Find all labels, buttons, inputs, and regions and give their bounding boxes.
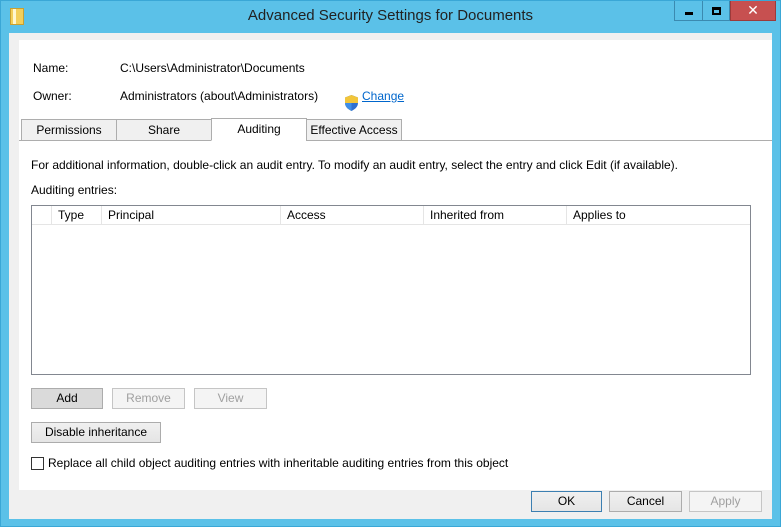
- disable-inheritance-label: Disable inheritance: [44, 425, 148, 439]
- ok-button[interactable]: OK: [531, 491, 602, 512]
- auditing-instructions: For additional information, double-click…: [31, 158, 678, 172]
- owner-label: Owner:: [33, 89, 72, 103]
- remove-button-label: Remove: [126, 391, 171, 405]
- apply-button-label: Apply: [710, 494, 741, 508]
- column-header-principal[interactable]: Principal: [102, 206, 281, 225]
- tab-strip: Permissions Share Auditing Effective Acc…: [19, 118, 772, 141]
- maximize-button[interactable]: [702, 1, 730, 21]
- ok-button-label: OK: [557, 494, 576, 508]
- view-button[interactable]: View: [194, 388, 267, 409]
- minimize-button[interactable]: [674, 1, 702, 21]
- name-label: Name:: [33, 61, 69, 75]
- auditing-entries-list[interactable]: Type Principal Access Inherited from App…: [31, 205, 751, 375]
- tab-share-label: Share: [147, 123, 181, 137]
- close-button[interactable]: ✕: [730, 1, 776, 21]
- tab-permissions-label: Permissions: [36, 123, 102, 137]
- minimize-icon: [684, 12, 693, 15]
- tab-share[interactable]: Share: [116, 119, 212, 141]
- replace-child-entries-label[interactable]: Replace all child object auditing entrie…: [48, 456, 508, 470]
- cancel-button-label: Cancel: [626, 494, 665, 508]
- add-button-label: Add: [56, 391, 78, 405]
- auditing-tab-panel: For additional information, double-click…: [19, 140, 772, 490]
- tab-permissions[interactable]: Permissions: [21, 119, 117, 141]
- cancel-button[interactable]: Cancel: [609, 491, 682, 512]
- tab-auditing-label: Auditing: [237, 122, 281, 136]
- add-button[interactable]: Add: [31, 388, 103, 409]
- title-bar[interactable]: Advanced Security Settings for Documents…: [1, 1, 780, 33]
- apply-button[interactable]: Apply: [689, 491, 762, 512]
- disable-inheritance-button[interactable]: Disable inheritance: [31, 422, 161, 443]
- auditing-list-header: Type Principal Access Inherited from App…: [32, 206, 750, 225]
- uac-shield-icon: [345, 95, 358, 111]
- column-header-access[interactable]: Access: [281, 206, 424, 225]
- tab-effective-access-label: Effective Access: [310, 123, 398, 137]
- tab-auditing[interactable]: Auditing: [211, 118, 307, 141]
- remove-button[interactable]: Remove: [112, 388, 185, 409]
- name-value: C:\Users\Administrator\Documents: [120, 61, 305, 75]
- owner-value: Administrators (about\Administrators): [120, 89, 319, 103]
- auditing-entries-label: Auditing entries:: [31, 183, 118, 197]
- tab-effective-access[interactable]: Effective Access: [306, 119, 402, 141]
- replace-child-entries-checkbox[interactable]: [31, 457, 44, 470]
- column-header-type[interactable]: Type: [52, 206, 102, 225]
- maximize-icon: [711, 6, 721, 15]
- window-title: Advanced Security Settings for Documents: [247, 7, 534, 24]
- change-owner-link[interactable]: Change: [362, 89, 404, 103]
- view-button-label: View: [217, 391, 244, 405]
- close-icon: ✕: [747, 2, 759, 19]
- column-header-select[interactable]: [32, 206, 52, 225]
- column-header-inherited-from[interactable]: Inherited from: [424, 206, 567, 225]
- advanced-security-settings-window: Advanced Security Settings for Documents…: [0, 0, 781, 527]
- dialog-client-area: Name: C:\Users\Administrator\Documents O…: [9, 33, 772, 519]
- column-header-applies-to[interactable]: Applies to: [567, 206, 750, 225]
